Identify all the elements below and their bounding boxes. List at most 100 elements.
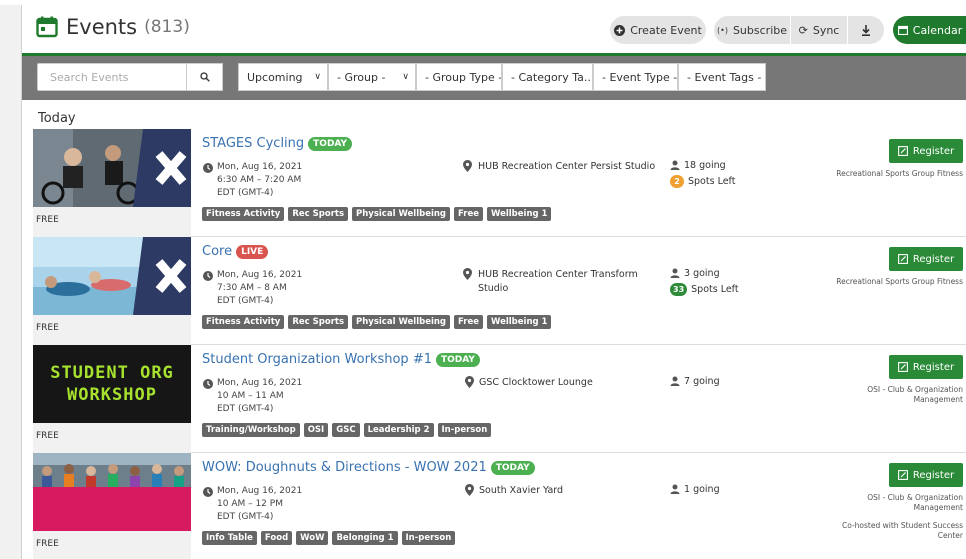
group-filter-value: - Group - [337, 70, 386, 84]
event-time: 7:30 AM – 8 AM [217, 283, 287, 293]
register-button[interactable]: Register [889, 355, 963, 379]
event-type-filter-select[interactable]: - Event Type -∨ [593, 63, 678, 91]
spots-left-count: 33 [670, 283, 688, 296]
person-icon [670, 376, 680, 386]
calendar-view-button[interactable]: Calendar [893, 16, 966, 44]
event-title-link[interactable]: Core [202, 244, 232, 259]
event-tag: Fitness Activity [202, 207, 285, 221]
subscribe-button[interactable]: (•) Subscribe [714, 16, 790, 44]
group-type-filter-value: - Group Type - [425, 70, 502, 84]
attendee-count: 7 going [684, 376, 720, 387]
event-price: FREE [36, 431, 59, 441]
today-badge: TODAY [490, 460, 535, 475]
event-title-link[interactable]: WOW: Doughnuts & Directions - WOW 2021 [202, 460, 487, 475]
search-button[interactable] [187, 63, 223, 91]
today-badge: TODAY [435, 352, 480, 367]
host-organization: OSI - Club & Organization Management [867, 493, 963, 512]
event-row: FREE Core LIVE Mon, Aug 16, 2021 7:30 AM… [33, 237, 966, 345]
event-thumbnail[interactable] [33, 453, 191, 531]
category-filter-value: - Category Ta... [511, 70, 593, 84]
download-button[interactable] [848, 16, 884, 44]
create-event-button[interactable]: Create Event [610, 16, 706, 44]
live-badge: LIVE [236, 244, 269, 259]
register-button[interactable]: Register [889, 247, 963, 271]
page-title: Events [66, 15, 138, 39]
event-row: FREE STAGES Cycling TODAY Mon, Aug 16, 2… [33, 129, 966, 237]
event-tag: WoW [296, 531, 329, 545]
clock-icon [203, 271, 213, 281]
event-thumbnail[interactable] [33, 129, 191, 207]
register-label: Register [912, 145, 955, 157]
group-type-filter-select[interactable]: - Group Type -∨ [416, 63, 502, 91]
register-button[interactable]: Register [889, 463, 963, 487]
register-button[interactable]: Register [889, 139, 963, 163]
spots-left: 33 Spots Left [670, 283, 739, 296]
event-title-line: WOW: Doughnuts & Directions - WOW 2021 T… [202, 460, 535, 475]
create-event-label: Create Event [630, 23, 702, 37]
wow-image [33, 453, 191, 531]
event-thumbnail[interactable] [33, 237, 191, 315]
event-title-link[interactable]: STAGES Cycling [202, 136, 304, 151]
event-tag: In-person [401, 531, 456, 545]
event-location: South Xavier Yard [479, 485, 564, 496]
event-thumbnail[interactable]: STUDENT ORG WORKSHOP [33, 345, 191, 423]
event-thumbnail-wrap: FREE [33, 129, 191, 237]
location-pin-icon [465, 376, 474, 388]
event-time: 6:30 AM – 7:20 AM [217, 175, 302, 185]
event-timezone: EDT (GMT-4) [217, 512, 274, 522]
event-location: HUB Recreation Center Transform Studio [478, 269, 638, 294]
event-tag: Food [260, 531, 293, 545]
event-timezone: EDT (GMT-4) [217, 296, 274, 306]
download-icon [862, 24, 870, 36]
location-pin-icon [463, 268, 472, 280]
clock-icon [203, 487, 213, 497]
event-location: HUB Recreation Center Persist Studio [478, 161, 656, 172]
chevron-down-icon: ∨ [314, 72, 321, 82]
sync-button[interactable]: ⟳ Sync [791, 16, 847, 44]
event-location: GSC Clocktower Lounge [479, 377, 593, 388]
event-tag: Wellbeing 1 [487, 207, 552, 221]
event-title-link[interactable]: Student Organization Workshop #1 [202, 352, 432, 367]
group-filter-select[interactable]: - Group - ∨ [328, 63, 416, 91]
clock-icon [203, 379, 213, 389]
event-time: 10 AM – 12 PM [217, 499, 283, 509]
today-badge: TODAY [308, 136, 353, 151]
event-type-filter-value: - Event Type - [602, 70, 678, 84]
event-tag: Free [454, 207, 484, 221]
event-tag: Physical Wellbeing [352, 207, 451, 221]
thumbnail-text-line: STUDENT ORG [50, 363, 174, 383]
category-filter-select[interactable]: - Category Ta...∨ [502, 63, 593, 91]
search-icon [199, 72, 210, 82]
search-input[interactable] [37, 63, 187, 91]
events-frame: Events (813) Create Event (•) Subscribe … [21, 5, 966, 559]
register-label: Register [912, 361, 955, 373]
event-tag: OSI [303, 423, 329, 437]
event-row: STUDENT ORG WORKSHOP FREE Student Organi… [33, 345, 966, 453]
event-timezone: EDT (GMT-4) [217, 188, 274, 198]
filter-bar: Upcoming ∨ - Group - ∨ - Group Type -∨ - C… [22, 56, 966, 100]
time-filter-select[interactable]: Upcoming ∨ [238, 63, 328, 91]
sync-icon: ⟳ [798, 23, 808, 37]
host-organization: Recreational Sports Group Fitness [836, 277, 963, 286]
register-label: Register [912, 253, 955, 265]
event-thumbnail-wrap: STUDENT ORG WORKSHOP FREE [33, 345, 191, 453]
edit-icon [897, 254, 908, 264]
event-tag: In-person [437, 423, 492, 437]
register-label: Register [912, 469, 955, 481]
event-thumbnail-wrap: FREE [33, 237, 191, 345]
event-tags: Fitness Activity Rec Sports Physical Wel… [202, 315, 552, 329]
thumbnail-text-line: WORKSHOP [67, 385, 157, 405]
attendee-count: 18 going [684, 160, 726, 171]
time-filter-value: Upcoming [247, 70, 303, 84]
event-tag: Fitness Activity [202, 315, 285, 329]
spots-left-label: Spots Left [691, 284, 739, 295]
spots-left-label: Spots Left [688, 176, 736, 187]
spots-left: 2 Spots Left [670, 175, 735, 188]
event-thumbnail-wrap: FREE [33, 453, 191, 559]
event-date: Mon, Aug 16, 2021 [217, 378, 303, 388]
clock-icon [203, 163, 213, 173]
event-tags: Info Table Food WoW Belonging 1 In-perso… [202, 531, 456, 545]
event-title-line: STAGES Cycling TODAY [202, 136, 353, 151]
attendee-count: 1 going [684, 484, 720, 495]
event-tags-filter-select[interactable]: - Event Tags -∨ [678, 63, 766, 91]
